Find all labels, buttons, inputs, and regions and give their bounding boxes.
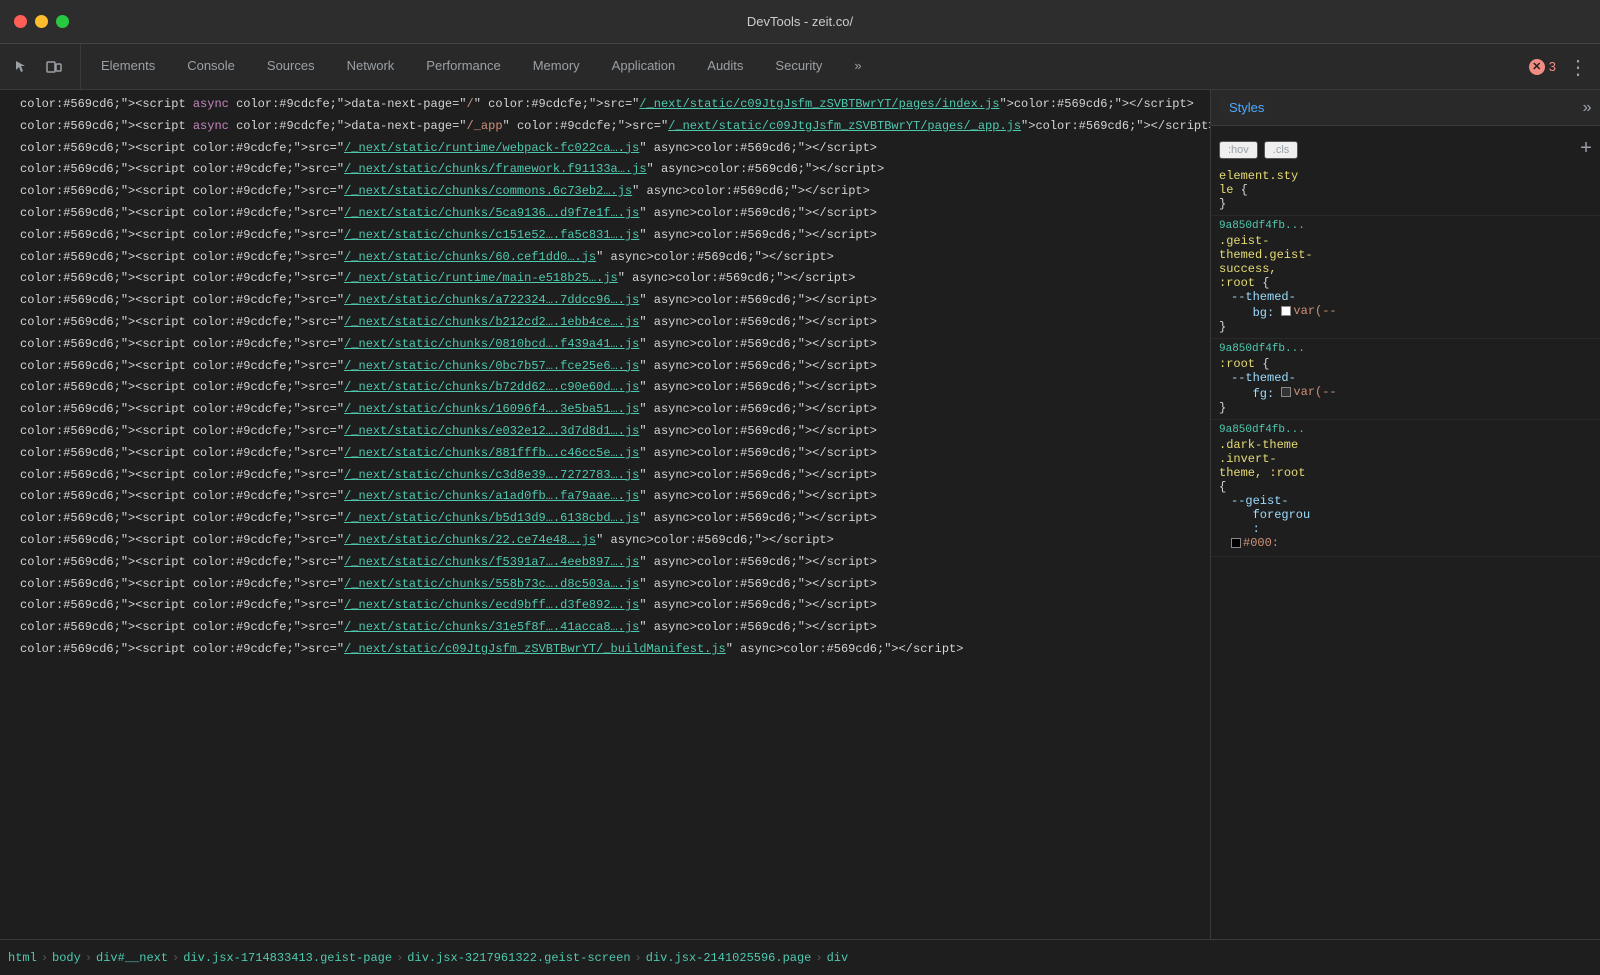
style-property-3: --geist- foregrou : <box>1219 494 1592 536</box>
styles-panel: Styles » :hov .cls + element.style { } 9… <box>1210 90 1600 939</box>
breadcrumb-geist-screen[interactable]: div.jsx-3217961322.geist-screen <box>407 951 630 965</box>
breadcrumb-html[interactable]: html <box>8 951 37 965</box>
style-close-brace: } <box>1219 197 1226 211</box>
tab-memory[interactable]: Memory <box>517 44 596 89</box>
style-property-2: --themed- fg: var(-- <box>1219 371 1592 401</box>
breadcrumb-geist-page[interactable]: div.jsx-1714833413.geist-page <box>183 951 392 965</box>
code-line: color:#569cd6;"><script color:#9cdcfe;">… <box>0 574 1210 596</box>
minimize-button[interactable] <box>35 15 48 28</box>
tab-styles[interactable]: Styles <box>1219 96 1274 119</box>
code-line: color:#569cd6;"><script async color:#9cd… <box>0 94 1210 116</box>
code-line: color:#569cd6;"><script color:#9cdcfe;">… <box>0 639 1210 661</box>
style-property-1: --themed- bg: var(-- <box>1219 290 1592 320</box>
code-line: color:#569cd6;"><script color:#9cdcfe;">… <box>0 138 1210 160</box>
tab-console[interactable]: Console <box>171 44 251 89</box>
color-swatch-2[interactable] <box>1281 387 1291 397</box>
maximize-button[interactable] <box>56 15 69 28</box>
devtools-tabbar: Elements Console Sources Network Perform… <box>0 44 1600 90</box>
code-line: color:#569cd6;"><script color:#9cdcfe;">… <box>0 399 1210 421</box>
add-rule-button[interactable]: + <box>1580 138 1592 161</box>
color-swatch-1[interactable] <box>1281 306 1291 316</box>
inspect-element-button[interactable] <box>8 53 36 81</box>
tab-more[interactable]: » <box>838 44 877 89</box>
device-toolbar-button[interactable] <box>40 53 68 81</box>
code-line: color:#569cd6;"><script color:#9cdcfe;">… <box>0 334 1210 356</box>
styles-more-tabs[interactable]: » <box>1582 99 1592 117</box>
styles-tabs: Styles » <box>1211 90 1600 126</box>
style-rule-1-close: } <box>1219 320 1226 334</box>
breadcrumb-next[interactable]: div#__next <box>96 951 168 965</box>
code-line: color:#569cd6;"><script color:#9cdcfe;">… <box>0 377 1210 399</box>
tab-security[interactable]: Security <box>759 44 838 89</box>
pseudo-state-row: :hov .cls + <box>1211 134 1600 165</box>
code-line: color:#569cd6;"><script color:#9cdcfe;">… <box>0 508 1210 530</box>
code-line: color:#569cd6;"><script color:#9cdcfe;">… <box>0 290 1210 312</box>
breadcrumb-sep-5: › <box>815 951 822 965</box>
tab-right-area: ✕ 3 ⋮ <box>1529 44 1600 89</box>
styles-content[interactable]: :hov .cls + element.style { } 9a850df4fb… <box>1211 126 1600 939</box>
style-rule-3: 9a850df4fb... .dark-theme.invert-theme, … <box>1211 420 1600 557</box>
main-content: color:#569cd6;"><script async color:#9cd… <box>0 90 1600 939</box>
breadcrumb-sep-1: › <box>85 951 92 965</box>
cls-button[interactable]: .cls <box>1264 141 1299 159</box>
elements-panel[interactable]: color:#569cd6;"><script async color:#9cd… <box>0 90 1210 939</box>
window-controls <box>14 15 69 28</box>
code-line: color:#569cd6;"><script color:#9cdcfe;">… <box>0 443 1210 465</box>
breadcrumb-sep-4: › <box>635 951 642 965</box>
code-line: color:#569cd6;"><script color:#9cdcfe;">… <box>0 617 1210 639</box>
style-rule-2-close: } <box>1219 401 1226 415</box>
style-source-2[interactable]: 9a850df4fb... <box>1219 343 1592 355</box>
code-line: color:#569cd6;"><script color:#9cdcfe;">… <box>0 312 1210 334</box>
breadcrumb-div[interactable]: div <box>827 951 849 965</box>
breadcrumb-body[interactable]: body <box>52 951 81 965</box>
hov-button[interactable]: :hov <box>1219 141 1258 159</box>
code-line: color:#569cd6;"><script color:#9cdcfe;">… <box>0 159 1210 181</box>
style-selector-1: .geist-themed.geist-success,:root { <box>1219 234 1313 290</box>
code-line: color:#569cd6;"><script color:#9cdcfe;">… <box>0 486 1210 508</box>
style-selector-3: .dark-theme.invert-theme, :root{ <box>1219 438 1305 494</box>
error-badge: ✕ 3 <box>1529 59 1556 75</box>
style-rule-2: 9a850df4fb... :root { --themed- fg: var(… <box>1211 339 1600 420</box>
style-value-2: var(-- <box>1293 385 1336 399</box>
error-icon: ✕ <box>1529 59 1545 75</box>
close-button[interactable] <box>14 15 27 28</box>
devtools-menu-button[interactable]: ⋮ <box>1564 53 1592 81</box>
breadcrumb-sep-0: › <box>41 951 48 965</box>
toolbar-icons <box>8 44 81 89</box>
breadcrumb-bar: html › body › div#__next › div.jsx-17148… <box>0 939 1600 975</box>
titlebar: DevTools - zeit.co/ <box>0 0 1600 44</box>
style-rule-1: 9a850df4fb... .geist-themed.geist-succes… <box>1211 216 1600 339</box>
code-line: color:#569cd6;"><script color:#9cdcfe;">… <box>0 595 1210 617</box>
breadcrumb-page[interactable]: div.jsx-2141025596.page <box>646 951 812 965</box>
breadcrumb-sep-3: › <box>396 951 403 965</box>
code-line: color:#569cd6;"><script color:#9cdcfe;">… <box>0 268 1210 290</box>
tab-network[interactable]: Network <box>331 44 411 89</box>
code-line: color:#569cd6;"><script color:#9cdcfe;">… <box>0 421 1210 443</box>
tab-audits[interactable]: Audits <box>691 44 759 89</box>
tab-performance[interactable]: Performance <box>410 44 516 89</box>
code-line: color:#569cd6;"><script color:#9cdcfe;">… <box>0 530 1210 552</box>
style-selector-2: :root { <box>1219 357 1269 371</box>
style-source-3[interactable]: 9a850df4fb... <box>1219 424 1592 436</box>
window-title: DevTools - zeit.co/ <box>747 14 853 29</box>
code-line: color:#569cd6;"><script color:#9cdcfe;">… <box>0 356 1210 378</box>
style-value-1: var(-- <box>1293 304 1336 318</box>
style-selector: element.style { <box>1219 169 1298 197</box>
style-rule-element: element.style { } <box>1211 165 1600 216</box>
breadcrumb-sep-2: › <box>172 951 179 965</box>
tab-elements[interactable]: Elements <box>85 44 171 89</box>
code-line: color:#569cd6;"><script color:#9cdcfe;">… <box>0 552 1210 574</box>
code-line: color:#569cd6;"><script color:#9cdcfe;">… <box>0 203 1210 225</box>
style-value-3: #000: <box>1243 536 1279 550</box>
code-line: color:#569cd6;"><script color:#9cdcfe;">… <box>0 181 1210 203</box>
code-line: color:#569cd6;"><script async color:#9cd… <box>0 116 1210 138</box>
code-line: color:#569cd6;"><script color:#9cdcfe;">… <box>0 247 1210 269</box>
color-swatch-3[interactable] <box>1231 538 1241 548</box>
code-line: color:#569cd6;"><script color:#9cdcfe;">… <box>0 225 1210 247</box>
tab-sources[interactable]: Sources <box>251 44 331 89</box>
code-line: color:#569cd6;"><script color:#9cdcfe;">… <box>0 465 1210 487</box>
tab-application[interactable]: Application <box>596 44 692 89</box>
style-source-1[interactable]: 9a850df4fb... <box>1219 220 1592 232</box>
